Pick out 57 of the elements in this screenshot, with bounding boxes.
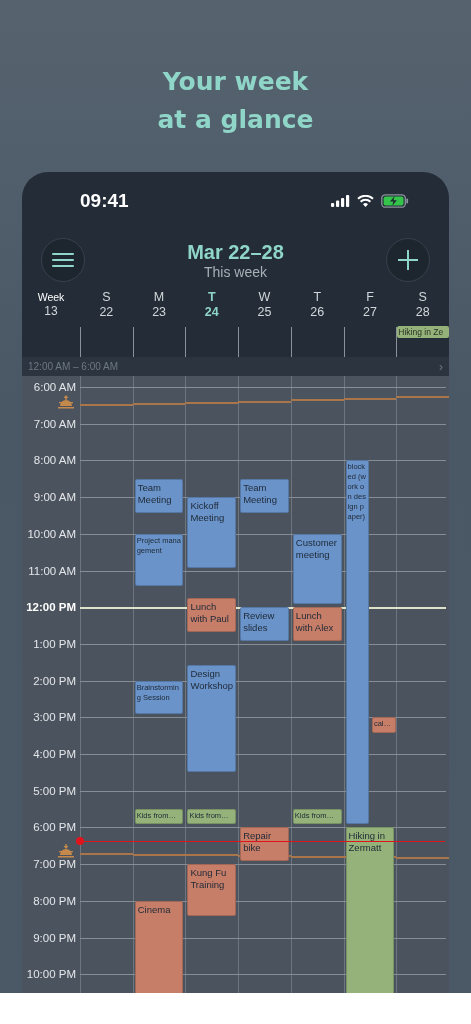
current-time-dot bbox=[76, 837, 84, 846]
hour-label: 7:00 PM bbox=[32, 857, 76, 873]
calendar-event[interactable]: Lunch with Paul bbox=[187, 598, 237, 632]
week-number: 13 bbox=[44, 304, 58, 318]
calendar-event[interactable]: Customer meeting bbox=[292, 533, 342, 605]
calendar-event[interactable]: Kung Fu Training bbox=[187, 864, 237, 917]
all-day-event[interactable]: Hiking in Ze bbox=[397, 326, 449, 338]
hour-label: 4:00 PM bbox=[32, 747, 76, 762]
week-label: Week bbox=[37, 290, 65, 304]
hour-label: 6:00 PM bbox=[32, 820, 76, 836]
calendar-event[interactable]: Lunch with Alex bbox=[292, 607, 342, 641]
headline: at a glance bbox=[157, 104, 314, 136]
sunrise-icon bbox=[58, 394, 74, 410]
day-header[interactable]: T 26 bbox=[290, 290, 344, 323]
calendar-event[interactable]: Hiking in Zermatt bbox=[345, 827, 395, 993]
collapsed-hours-label: 12:00 AM – 6:00 AM bbox=[28, 361, 119, 372]
day-header[interactable]: M 23 bbox=[132, 290, 186, 323]
plus-icon bbox=[398, 250, 418, 270]
calendar-event[interactable]: Repair bike bbox=[240, 827, 289, 862]
hour-label: 6:00 AM bbox=[32, 380, 76, 395]
day-header[interactable]: F 27 bbox=[343, 290, 397, 323]
hour-label: 2:00 PM bbox=[32, 673, 76, 689]
sunset-icon bbox=[58, 843, 74, 859]
hour-label: 12:00 PM bbox=[25, 600, 76, 616]
add-button[interactable] bbox=[386, 238, 430, 282]
hour-label: 8:00 PM bbox=[32, 893, 76, 909]
hour-label: 5:00 PM bbox=[32, 783, 76, 799]
menu-icon bbox=[52, 253, 74, 267]
wifi-icon bbox=[357, 195, 374, 207]
day-header[interactable]: T 24 bbox=[185, 290, 239, 323]
calendar-event[interactable]: Cinema bbox=[134, 900, 184, 993]
calendar-event[interactable]: Team Meeting bbox=[134, 478, 184, 513]
week-subtitle: This week bbox=[204, 263, 267, 280]
week-range-title: Mar 22–28 bbox=[187, 240, 284, 264]
calendar-event[interactable]: Team Meeting bbox=[240, 478, 289, 513]
hour-label: 1:00 PM bbox=[32, 636, 76, 652]
hour-label: 8:00 AM bbox=[32, 453, 76, 469]
calendar-event[interactable]: Design Workshop bbox=[187, 665, 237, 773]
calendar-event[interactable]: Review slides bbox=[240, 607, 289, 641]
battery-charging-icon bbox=[381, 194, 409, 208]
hour-label: 9:00 AM bbox=[32, 490, 76, 506]
day-header[interactable]: S 22 bbox=[80, 290, 133, 323]
hour-label: 10:00 PM bbox=[25, 967, 76, 983]
chevron-icon[interactable]: › bbox=[439, 359, 443, 374]
collapsed-hours-bar[interactable]: 12:00 AM – 6:00 AM › bbox=[22, 357, 449, 376]
hour-label: 3:00 PM bbox=[32, 710, 76, 726]
signal-icon bbox=[331, 195, 350, 207]
hour-label: 10:00 AM bbox=[26, 526, 76, 542]
menu-button[interactable] bbox=[41, 238, 85, 282]
day-header[interactable]: W 25 bbox=[238, 290, 291, 323]
day-header[interactable]: S 28 bbox=[396, 290, 449, 323]
headline: Your week bbox=[162, 66, 309, 98]
calendar-event[interactable]: Kickoff Meeting bbox=[187, 497, 237, 568]
hour-label: 7:00 AM bbox=[32, 416, 76, 432]
hour-label: 9:00 PM bbox=[32, 930, 76, 946]
hour-label: 11:00 AM bbox=[27, 563, 76, 579]
status-time: 09:41 bbox=[80, 190, 129, 212]
